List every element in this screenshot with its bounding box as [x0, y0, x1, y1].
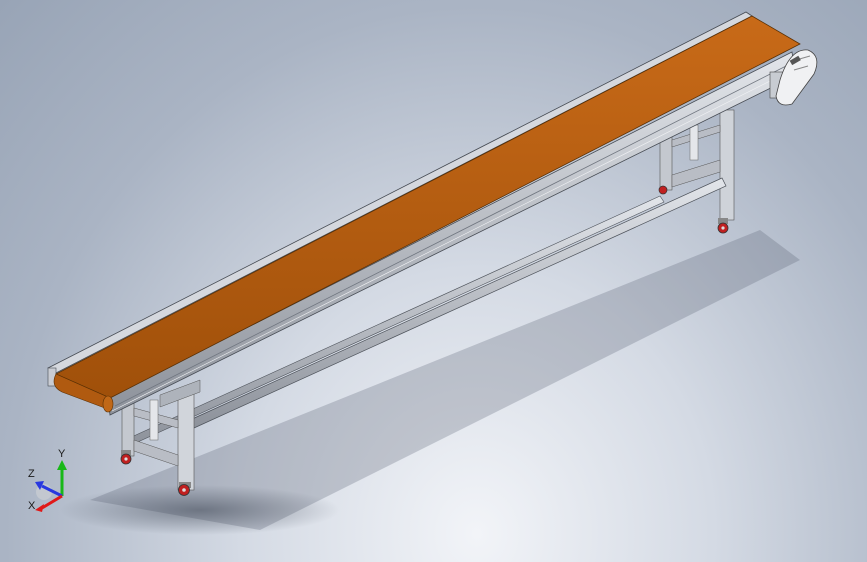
conveyor-model[interactable]	[0, 0, 867, 562]
cad-viewport[interactable]: Y Z X	[0, 0, 867, 562]
conveyor-belt	[53, 15, 801, 413]
triad-x-label: X	[28, 500, 36, 512]
drive-motor	[769, 49, 818, 106]
caster-back-right	[717, 218, 729, 234]
caster-back-left	[658, 185, 668, 195]
view-triad[interactable]: Y Z X	[22, 448, 82, 520]
triad-y-label: Y	[58, 448, 66, 460]
triad-z-label: Z	[28, 468, 35, 480]
caster-front-left	[120, 450, 132, 465]
